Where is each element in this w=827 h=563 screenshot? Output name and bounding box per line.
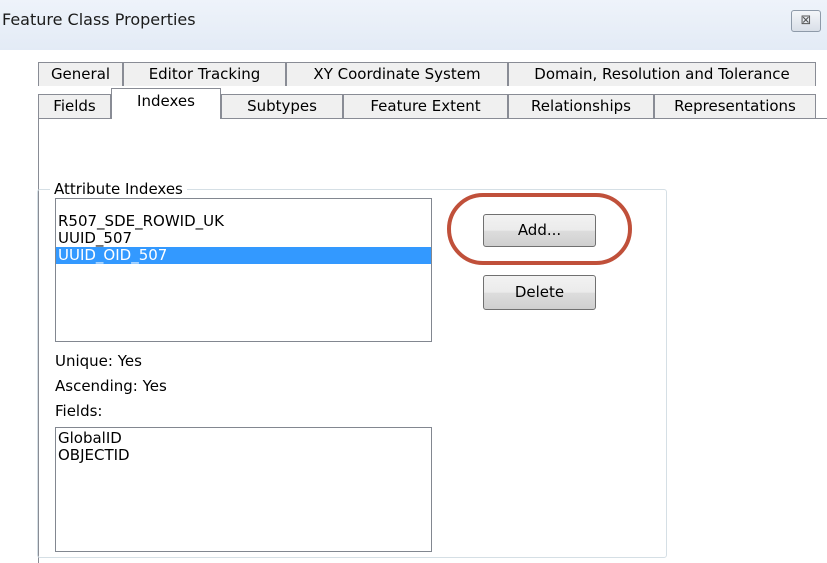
tab-relationships[interactable]: Relationships — [508, 94, 654, 118]
fields-label: Fields: — [55, 402, 103, 420]
tab-fields[interactable]: Fields — [38, 94, 111, 118]
list-item[interactable]: GlobalID — [56, 430, 431, 447]
delete-button[interactable]: Delete — [483, 275, 596, 310]
tab-representations[interactable]: Representations — [654, 94, 816, 118]
list-item[interactable]: OBJECTID — [56, 447, 431, 464]
attribute-indexes-list[interactable]: R507_SDE_ROWID_UK UUID_507 UUID_OID_507 — [55, 198, 432, 342]
list-item[interactable]: R507_SDE_ROWID_UK — [56, 213, 431, 230]
index-fields-list[interactable]: GlobalID OBJECTID — [55, 427, 432, 552]
close-icon: ⊠ — [800, 13, 812, 28]
unique-label: Unique: Yes — [55, 352, 142, 370]
tab-xy-coordinate-system[interactable]: XY Coordinate System — [286, 62, 508, 86]
close-button[interactable]: ⊠ — [791, 10, 821, 32]
attribute-indexes-legend: Attribute Indexes — [54, 180, 183, 198]
tab-editor-tracking[interactable]: Editor Tracking — [123, 62, 286, 86]
active-tab-gap — [112, 117, 220, 120]
list-item-selected[interactable]: UUID_OID_507 — [56, 247, 431, 264]
tab-subtypes[interactable]: Subtypes — [221, 94, 343, 118]
tab-feature-extent[interactable]: Feature Extent — [343, 94, 508, 118]
ascending-label: Ascending: Yes — [55, 377, 167, 395]
title-bar: Feature Class Properties ⊠ — [0, 0, 827, 50]
tab-indexes[interactable]: Indexes — [111, 88, 221, 118]
tab-domain-resolution-tolerance[interactable]: Domain, Resolution and Tolerance — [508, 62, 816, 86]
add-button[interactable]: Add... — [483, 214, 596, 247]
tab-general[interactable]: General — [38, 62, 123, 86]
list-item[interactable]: UUID_507 — [56, 230, 431, 247]
window-title: Feature Class Properties — [2, 10, 196, 29]
